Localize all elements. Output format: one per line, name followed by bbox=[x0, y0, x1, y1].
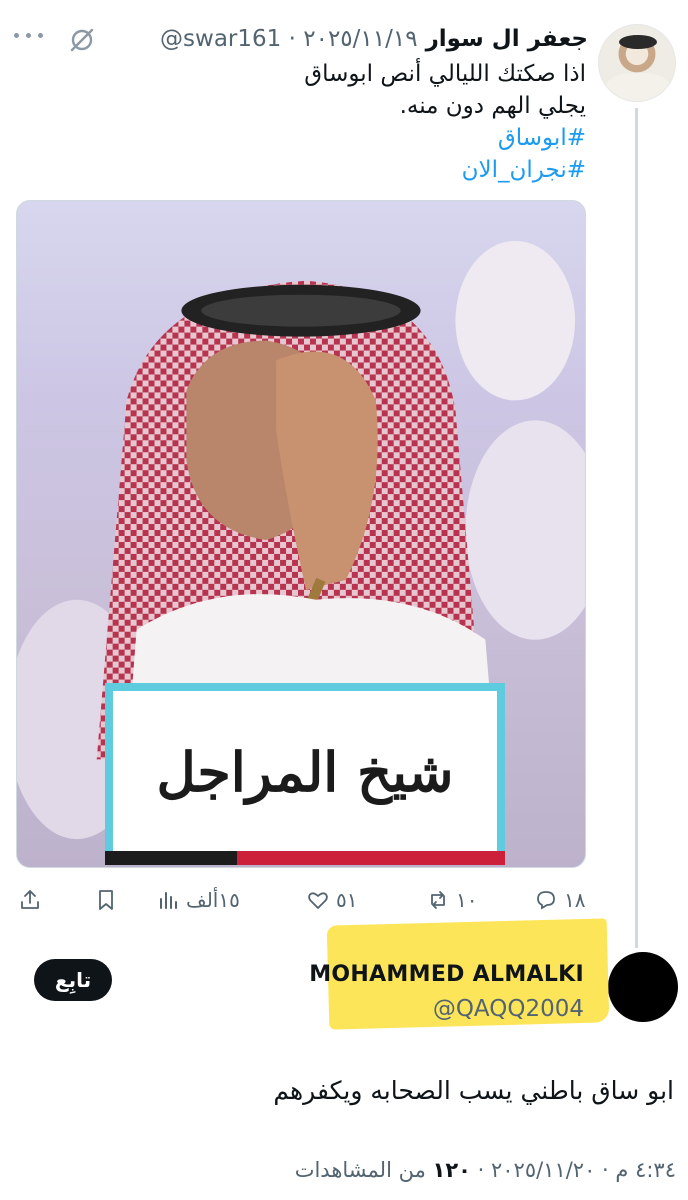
bookmark-button[interactable] bbox=[94, 884, 118, 916]
tweet-header: جعفر ال سوار @swar161 · ٢٠٢٥/١١/١٩ bbox=[160, 22, 588, 56]
tweet-media-image[interactable]: شيخ المراجل bbox=[16, 200, 586, 868]
media-caption: شيخ المراجل bbox=[156, 740, 454, 804]
heart-icon bbox=[308, 892, 328, 909]
avatar-headband bbox=[619, 35, 657, 49]
tweet-text: اذا صكتك الليالي أنص ابوساق يجلي الهم دو… bbox=[180, 58, 586, 186]
reply-author-handle[interactable]: @QAQQ2004 bbox=[300, 996, 584, 1022]
reply-author-avatar[interactable] bbox=[608, 952, 678, 1022]
views-label: من المشاهدات bbox=[294, 1158, 433, 1182]
like-count: ٥١ bbox=[336, 888, 358, 912]
handle-text: @swar161 bbox=[160, 26, 282, 52]
separator: · bbox=[288, 26, 296, 52]
reply-button[interactable]: ١٨ bbox=[534, 884, 585, 916]
hashtag-link[interactable]: #ابوساق bbox=[180, 122, 586, 154]
reply-icon bbox=[537, 891, 555, 910]
author-name[interactable]: جعفر ال سوار bbox=[426, 26, 588, 52]
tweet-line-2: يجلي الهم دون منه. bbox=[399, 93, 586, 119]
like-button[interactable]: ٥١ bbox=[306, 884, 357, 916]
thread-line bbox=[635, 108, 638, 948]
hashtag-link[interactable]: #نجران_الان bbox=[180, 154, 586, 186]
grok-icon[interactable] bbox=[68, 26, 96, 54]
media-caption-box: شيخ المراجل bbox=[105, 683, 505, 865]
reply-author-name[interactable]: MOHAMMED ALMALKI bbox=[300, 962, 584, 987]
author-handle[interactable]: @swar161 · ٢٠٢٥/١١/١٩ bbox=[160, 26, 418, 52]
views-count: ١٥ألف bbox=[186, 888, 240, 912]
follow-button[interactable]: تابِع bbox=[34, 959, 112, 1001]
tweet-timestamp-views: ٤:٣٤ م · ٢٠٢٥/١١/٢٠ · ١٢٠ من المشاهدات bbox=[295, 1158, 676, 1182]
share-icon bbox=[21, 890, 39, 909]
share-button[interactable] bbox=[18, 884, 42, 916]
retweet-button[interactable]: ١٠ bbox=[426, 884, 477, 916]
tweet-actions-bar: ١٨ ١٠ ٥١ ١٥ألف bbox=[0, 884, 688, 918]
reply-tweet-text: ابو ساق باطني يسب الصحابه ويكفرهم bbox=[273, 1076, 674, 1105]
views-count-bold: ١٢٠ bbox=[432, 1158, 471, 1182]
retweet-icon bbox=[431, 891, 445, 909]
more-options-icon[interactable] bbox=[14, 33, 48, 45]
tweet-line-1: اذا صكتك الليالي أنص ابوساق bbox=[304, 61, 586, 87]
avatar-body bbox=[605, 73, 671, 101]
views-button[interactable]: ١٥ألف bbox=[156, 884, 240, 916]
tweet-date: ٢٠٢٥/١١/١٩ bbox=[303, 26, 418, 52]
bookmark-icon bbox=[99, 890, 113, 910]
bar-chart-icon bbox=[160, 892, 177, 909]
author-avatar[interactable] bbox=[598, 24, 676, 102]
retweet-count: ١٠ bbox=[456, 888, 478, 912]
tweet-timestamp[interactable]: ٤:٣٤ م · ٢٠٢٥/١١/٢٠ · bbox=[471, 1158, 676, 1182]
reply-count: ١٨ bbox=[564, 888, 586, 912]
